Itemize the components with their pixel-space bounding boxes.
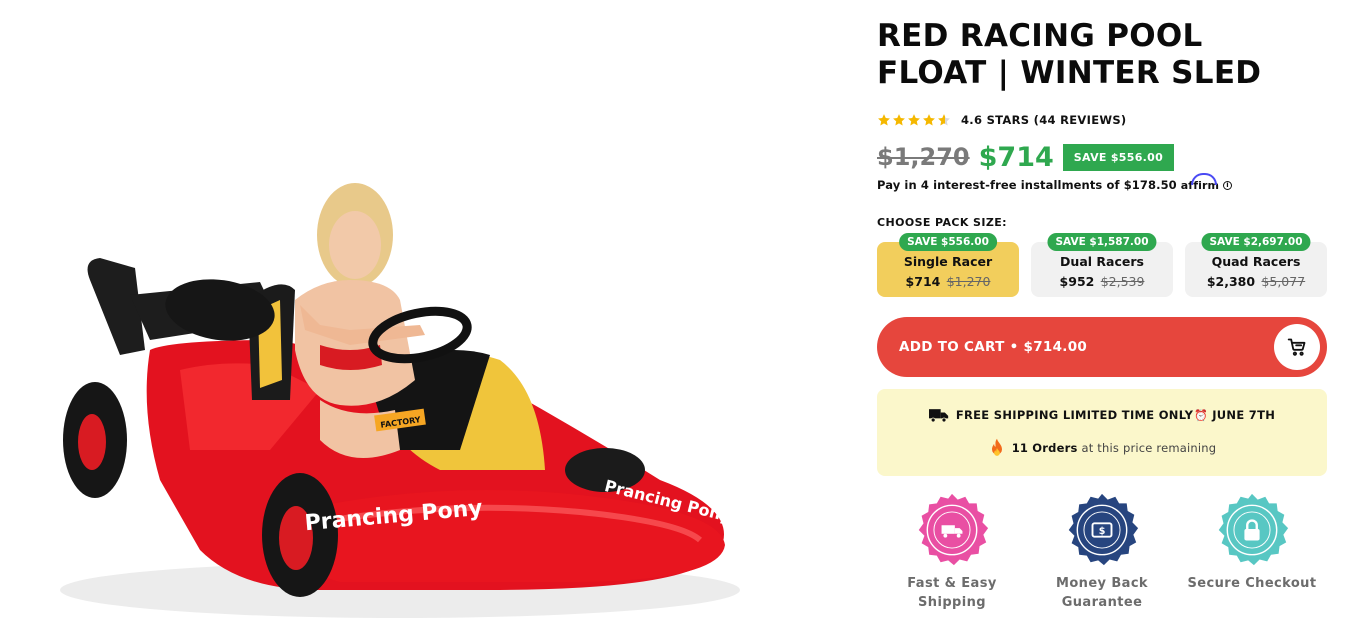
affirm-logo: affirm — [1181, 172, 1219, 192]
shipping-line: FREE SHIPPING LIMITED TIME ONLY ⏰ JUNE 7… — [877, 407, 1327, 423]
alarm-clock-icon: ⏰ — [1194, 408, 1209, 422]
installments-info: Pay in 4 interest-free installments of $… — [877, 172, 1327, 192]
product-image: FACTORY Prancing Pony Prancing Pony — [60, 183, 740, 618]
badge-label: Money Back Guarantee — [1056, 576, 1148, 610]
pack-save-badge: SAVE $1,587.00 — [1047, 233, 1157, 251]
pack-old-price: $2,539 — [1100, 274, 1145, 289]
orders-count: 11 Orders — [1011, 441, 1078, 455]
info-icon[interactable]: i — [1223, 180, 1233, 190]
rating[interactable]: 4.6 STARS (44 REVIEWS) — [877, 112, 1327, 128]
pack-options: SAVE $556.00 Single Racer $714 $1,270 SA… — [877, 233, 1327, 297]
shipping-seal-icon — [918, 493, 989, 566]
current-price: $714 — [978, 141, 1054, 173]
affirm-arc-icon — [1190, 172, 1217, 185]
shipping-notice: FREE SHIPPING LIMITED TIME ONLY ⏰ JUNE 7… — [877, 389, 1327, 476]
product-title: RED RACING POOL FLOAT | WINTER SLED — [877, 18, 1327, 92]
price-row: $1,270 $714 SAVE $556.00 — [877, 140, 1327, 174]
product-info: RED RACING POOL FLOAT | WINTER SLED 4.6 … — [877, 18, 1327, 612]
star-icon — [908, 114, 920, 126]
badge-secure-checkout: Secure Checkout — [1177, 492, 1327, 612]
truck-icon — [928, 409, 948, 423]
pack-option-dual[interactable]: SAVE $1,587.00 Dual Racers $952 $2,539 — [1031, 233, 1173, 297]
save-badge: SAVE $556.00 — [1062, 143, 1175, 171]
star-icon — [893, 114, 905, 126]
fire-icon — [991, 438, 1002, 456]
star-icon — [878, 114, 890, 126]
pack-prices: $952 $2,539 — [1031, 274, 1173, 289]
add-to-cart-button[interactable]: ADD TO CART • $714.00 — [877, 317, 1327, 377]
cart-icon — [1274, 324, 1320, 370]
svg-text:$: $ — [1099, 526, 1106, 537]
star-half-icon — [938, 114, 950, 126]
badge-money-back: $ Money Back Guarantee — [1027, 492, 1177, 612]
lock-seal-icon — [1218, 493, 1289, 566]
pack-prices: $714 $1,270 — [877, 274, 1019, 289]
pack-option-quad[interactable]: SAVE $2,697.00 Quad Racers $2,380 $5,077 — [1185, 233, 1327, 297]
pack-prices: $2,380 $5,077 — [1185, 274, 1327, 289]
rating-text: 4.6 STARS (44 REVIEWS) — [961, 113, 1127, 127]
pack-option-single[interactable]: SAVE $556.00 Single Racer $714 $1,270 — [877, 233, 1019, 297]
installments-text: Pay in 4 interest-free installments of $… — [877, 178, 1177, 192]
pack-name: Dual Racers — [1060, 254, 1144, 269]
orders-remaining: 11 Orders at this price remaining — [877, 438, 1327, 458]
pack-price: $2,380 — [1206, 274, 1256, 289]
shipping-date: JUNE 7TH — [1212, 408, 1276, 422]
badge-fast-shipping: Fast & Easy Shipping — [877, 492, 1027, 612]
pack-size-label: CHOOSE PACK SIZE: — [877, 216, 1007, 229]
badge-label: Secure Checkout — [1187, 576, 1317, 591]
pack-save-badge: SAVE $2,697.00 — [1201, 233, 1311, 251]
pack-name: Single Racer — [903, 254, 993, 269]
add-to-cart-label: ADD TO CART • $714.00 — [899, 339, 1088, 355]
title-line-2: FLOAT | WINTER SLED — [877, 55, 1262, 91]
old-price: $1,270 — [877, 143, 970, 171]
star-icon — [923, 114, 935, 126]
stars — [877, 113, 951, 127]
title-line-1: RED RACING POOL — [877, 18, 1203, 54]
orders-text: at this price remaining — [1081, 441, 1217, 455]
pack-old-price: $1,270 — [946, 274, 991, 289]
badge-label: Fast & Easy Shipping — [907, 576, 997, 610]
shipping-text: FREE SHIPPING LIMITED TIME ONLY — [955, 408, 1194, 422]
money-back-seal-icon: $ — [1068, 493, 1139, 566]
pack-old-price: $5,077 — [1261, 274, 1306, 289]
pack-name: Quad Racers — [1211, 254, 1301, 269]
pack-price: $952 — [1059, 274, 1095, 289]
pack-save-badge: SAVE $556.00 — [899, 233, 997, 251]
trust-badges: Fast & Easy Shipping $ Money Back Guaran… — [877, 492, 1327, 612]
pack-price: $714 — [905, 274, 941, 289]
